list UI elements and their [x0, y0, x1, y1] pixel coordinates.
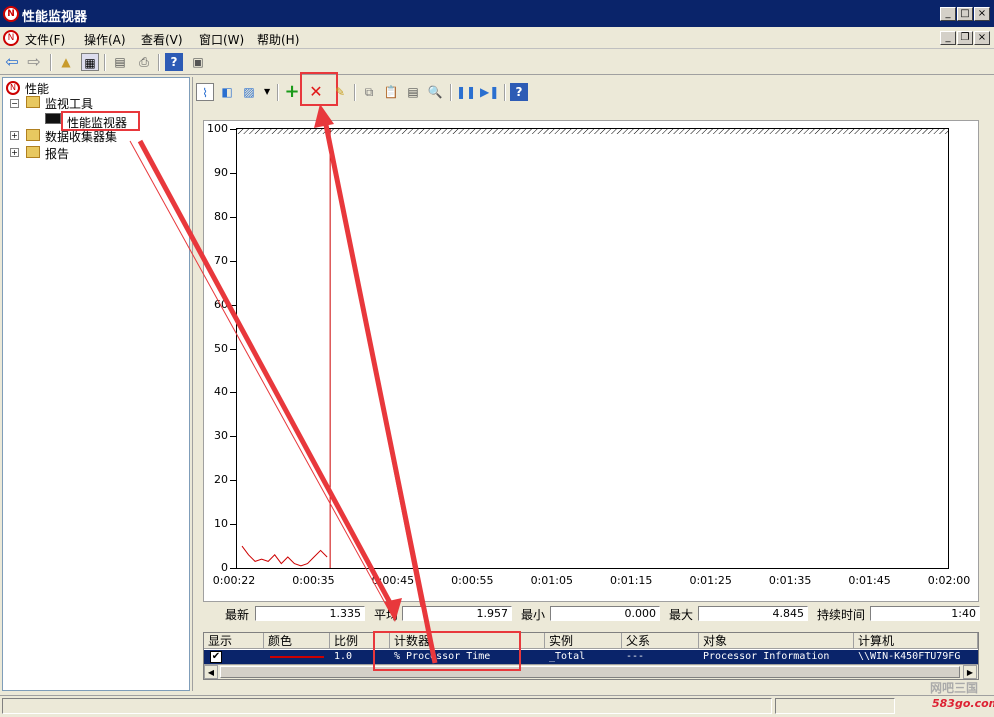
annotation-thin-line	[129, 140, 391, 613]
annotation-overlay	[129, 104, 438, 664]
annotation-arrowhead-2	[314, 104, 334, 128]
annotation-thin-line-2	[324, 119, 422, 608]
annotation-arrowhead-1	[384, 598, 402, 622]
annotation-arrow-1	[137, 139, 398, 614]
